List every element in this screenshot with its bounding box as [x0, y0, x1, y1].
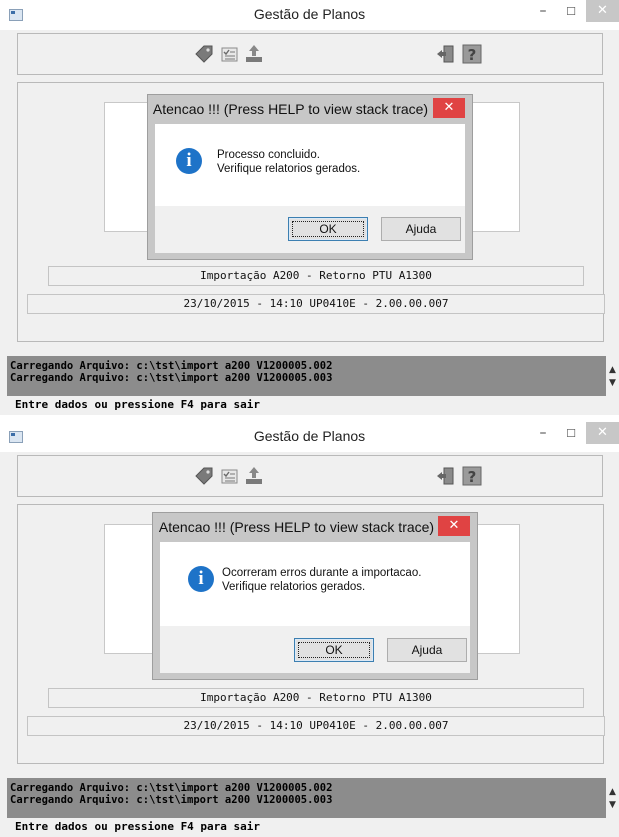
exit-door-icon[interactable]	[435, 465, 457, 487]
dialog-message-line: Processo concluido.	[217, 149, 320, 161]
dialog-message: Ocorreram erros durante a importacao. Ve…	[222, 566, 421, 594]
dialog-message-line: Ocorreram erros durante a importacao.	[222, 567, 422, 579]
dialog-body: i Ocorreram erros durante a importacao. …	[160, 542, 470, 626]
upload-icon[interactable]	[243, 43, 265, 65]
alert-dialog: Atencao !!! (Press HELP to view stack tr…	[152, 512, 478, 680]
ok-button-label: OK	[298, 642, 370, 658]
maximize-button[interactable]: ☐	[558, 4, 584, 26]
close-button[interactable]: ✕	[586, 0, 619, 22]
help-icon[interactable]: ?	[461, 43, 483, 65]
log-scrollbar[interactable]: ▲ ▼	[606, 356, 619, 396]
scroll-up-icon[interactable]: ▲	[606, 787, 619, 797]
toolbar: ?	[17, 33, 603, 75]
info-icon: i	[188, 566, 214, 592]
checklist-icon[interactable]	[218, 43, 240, 65]
window-title: Gestão de Planos	[253, 428, 366, 444]
dialog-footer: OK Ajuda	[155, 206, 465, 253]
prompt-text: Entre dados ou pressione F4 para sair	[15, 398, 261, 411]
dialog-message-line: Verifique relatorios gerados.	[222, 581, 366, 593]
dialog-title: Atencao !!! (Press HELP to view stack tr…	[152, 101, 429, 117]
minimize-button[interactable]: –	[530, 2, 556, 24]
import-label: Importação A200 - Retorno PTU A1300	[48, 688, 584, 708]
dialog-close-button[interactable]: ✕	[438, 516, 470, 536]
close-button[interactable]: ✕	[586, 422, 619, 444]
dialog-title: Atencao !!! (Press HELP to view stack tr…	[158, 519, 435, 535]
svg-text:?: ?	[468, 468, 477, 486]
log-line: Carregando Arquivo: c:\tst\import a200 V…	[10, 360, 333, 372]
log-area: Carregando Arquivo: c:\tst\import a200 V…	[7, 356, 606, 396]
minimize-button[interactable]: –	[530, 424, 556, 446]
app-window-2: Gestão de Planos – ☐ ✕ ? Importação A200…	[0, 422, 619, 837]
info-icon: i	[176, 148, 202, 174]
tag-icon[interactable]	[193, 43, 215, 65]
dialog-body: i Processo concluido. Verifique relatori…	[155, 124, 465, 206]
app-window-1: Gestão de Planos – ☐ ✕ ? Importação A200…	[0, 0, 619, 415]
upload-icon[interactable]	[243, 465, 265, 487]
title-bar[interactable]: Gestão de Planos – ☐ ✕	[0, 0, 619, 30]
import-label: Importação A200 - Retorno PTU A1300	[48, 266, 584, 286]
prompt-text: Entre dados ou pressione F4 para sair	[15, 820, 261, 833]
ok-button[interactable]: OK	[288, 217, 368, 241]
ok-button-label: OK	[292, 221, 364, 237]
checklist-icon[interactable]	[218, 465, 240, 487]
scroll-down-icon[interactable]: ▼	[606, 378, 619, 388]
dialog-close-button[interactable]: ✕	[433, 98, 465, 118]
status-label: 23/10/2015 - 14:10 UP0410E - 2.00.00.007	[27, 716, 605, 736]
help-icon[interactable]: ?	[461, 465, 483, 487]
title-bar[interactable]: Gestão de Planos – ☐ ✕	[0, 422, 619, 452]
log-line: Carregando Arquivo: c:\tst\import a200 V…	[10, 794, 333, 806]
dialog-message-line: Verifique relatorios gerados.	[217, 163, 361, 175]
window-title: Gestão de Planos	[253, 6, 366, 22]
log-line: Carregando Arquivo: c:\tst\import a200 V…	[10, 782, 333, 794]
alert-dialog: Atencao !!! (Press HELP to view stack tr…	[147, 94, 473, 260]
svg-text:?: ?	[468, 46, 477, 64]
ok-button[interactable]: OK	[294, 638, 374, 662]
exit-door-icon[interactable]	[435, 43, 457, 65]
scroll-down-icon[interactable]: ▼	[606, 800, 619, 810]
help-button[interactable]: Ajuda	[381, 217, 461, 241]
log-scrollbar[interactable]: ▲ ▼	[606, 778, 619, 818]
dialog-message: Processo concluido. Verifique relatorios…	[217, 148, 360, 176]
tag-icon[interactable]	[193, 465, 215, 487]
scroll-up-icon[interactable]: ▲	[606, 365, 619, 375]
help-button[interactable]: Ajuda	[387, 638, 467, 662]
maximize-button[interactable]: ☐	[558, 426, 584, 448]
dialog-footer: OK Ajuda	[160, 626, 470, 673]
status-label: 23/10/2015 - 14:10 UP0410E - 2.00.00.007	[27, 294, 605, 314]
log-area: Carregando Arquivo: c:\tst\import a200 V…	[7, 778, 606, 818]
log-line: Carregando Arquivo: c:\tst\import a200 V…	[10, 372, 333, 384]
toolbar: ?	[17, 455, 603, 497]
